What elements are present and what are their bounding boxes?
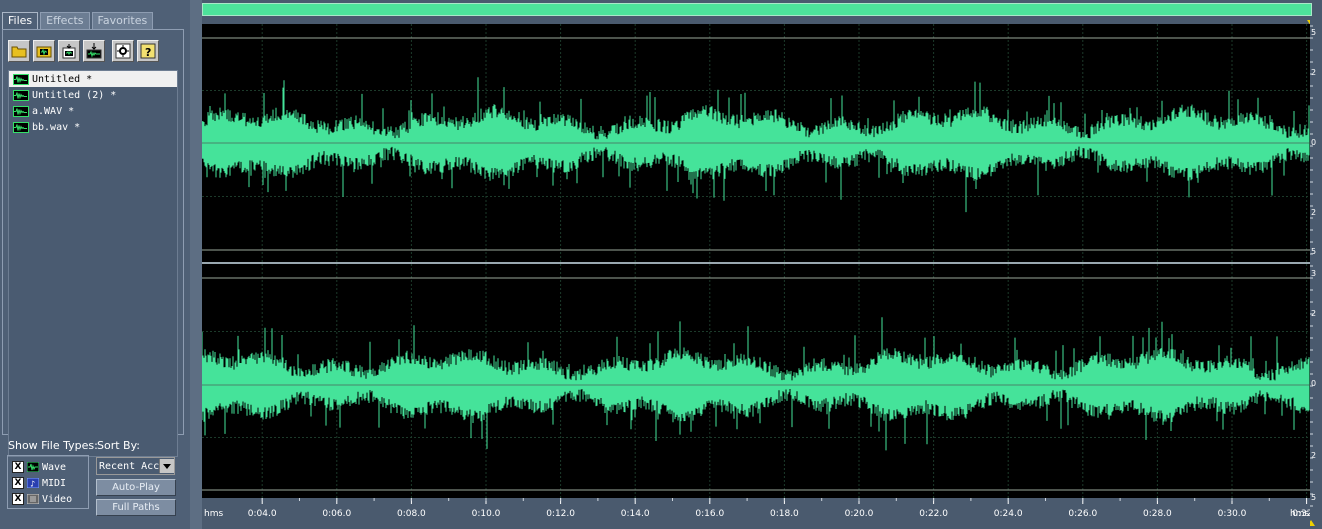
waveform-canvas [202,24,1310,498]
amp-label-bottom-2: 0 [1311,379,1316,388]
chevron-down-icon[interactable] [159,459,174,473]
wave-file-icon [13,105,29,117]
insert-icon [86,43,102,59]
file-types-group: X Wave X ♪ MIDI X Video [7,455,89,509]
amp-label-top-4: 5 [1311,247,1316,256]
files-tab-body: ? Untitled * Untitled (2) * a.WAV * bb.w… [2,29,184,457]
amp-label-top-0: 5 [1311,28,1316,37]
tab-favorites[interactable]: Favorites [91,12,154,29]
file-options: Show File Types: Sort By: X Wave X ♪ MID… [0,437,190,529]
time-tick-label: 0:16.0 [695,509,724,519]
wave-type-label: Wave [42,461,67,473]
show-file-types-label: Show File Types: [8,439,98,452]
amplitude-ruler-canvas: 5 2 0 2 5 3 2 0 2 5 [1310,25,1316,507]
wave-file-icon [13,73,29,85]
time-unit-left: hms [204,509,223,519]
organizer-settings-button[interactable] [112,40,134,62]
wave-type-icon [27,462,39,472]
svg-text:♪: ♪ [30,480,35,489]
file-name: a.WAV * [32,105,75,117]
time-tick-label: 0:04.0 [248,509,277,519]
right-channel-waveform [202,317,1310,451]
sort-by-select[interactable]: Recent Acc [96,457,175,475]
files-toolbar: ? [8,40,162,64]
amp-label-top-1: 2 [1311,68,1316,77]
video-type-label: Video [42,493,73,505]
time-tick-label: 0:26.0 [1068,509,1097,519]
wave-file-icon [13,121,29,133]
svg-text:?: ? [145,46,151,59]
tab-effects[interactable]: Effects [40,12,90,29]
import-icon [36,46,52,58]
waveform-display[interactable] [202,24,1310,498]
overview-bar[interactable] [202,3,1312,16]
time-tick-label: 0:12.0 [546,509,575,519]
time-tick-label: 0:06.0 [322,509,351,519]
import-button[interactable] [33,40,55,62]
help-button[interactable]: ? [137,40,159,62]
help-icon: ? [140,43,156,59]
amp-label-top-3: 2 [1311,208,1316,217]
video-checkbox[interactable]: X [12,493,24,505]
file-name: Untitled * [32,73,93,85]
file-list-item[interactable]: bb.wav * [9,119,177,135]
left-channel-waveform [202,77,1310,213]
auto-play-button[interactable]: Auto-Play [96,479,176,496]
type-wave-row[interactable]: X Wave [12,460,66,474]
wave-file-icon [13,89,29,101]
file-list-item[interactable]: Untitled (2) * [9,87,177,103]
midi-type-icon: ♪ [27,478,39,488]
file-list[interactable]: Untitled * Untitled (2) * a.WAV * bb.wav… [8,70,178,457]
time-tick-label: 0:28.0 [1143,509,1172,519]
open-file-icon [11,46,27,58]
amp-label-bottom-0: 3 [1311,269,1316,278]
insert-button[interactable] [83,40,105,62]
time-tick-label: 0:20.0 [845,509,874,519]
time-tick-label: 0:14.0 [621,509,650,519]
video-type-icon [27,494,39,504]
close-file-button[interactable] [58,40,80,62]
open-file-button[interactable] [8,40,30,62]
time-tick-label: 0:30.0 [1218,509,1247,519]
organizer-tabs: Files Effects Favorites [2,12,155,29]
time-ruler[interactable]: hms hms 0:04.0 0:06.0 0:08.0 0:10.0 0:12.0 0:… [202,498,1310,529]
time-ruler-canvas: hms hms 0:04.0 0:06.0 0:08.0 0:10.0 0:12.0 0:… [204,498,1310,519]
type-video-row[interactable]: X Video [12,492,72,506]
settings-icon [115,43,131,59]
time-tick-label: 0:32.0 [1292,509,1310,519]
midi-checkbox[interactable]: X [12,477,24,489]
channel-separator [202,262,1310,264]
file-list-item[interactable]: a.WAV * [9,103,177,119]
time-tick-label: 0:10.0 [472,509,501,519]
file-list-item[interactable]: Untitled * [9,71,177,87]
sort-by-label: Sort By: [97,439,141,452]
sort-by-value: Recent Acc [99,460,159,472]
panel-splitter[interactable] [190,0,202,529]
time-tick-label: 0:18.0 [770,509,799,519]
amplitude-ruler: 5 2 0 2 5 3 2 0 2 5 [1310,18,1322,523]
full-paths-button[interactable]: Full Paths [96,499,176,516]
midi-type-label: MIDI [42,477,67,489]
tab-files[interactable]: Files [2,12,39,29]
wave-checkbox[interactable]: X [12,461,24,473]
organizer-panel: Files Effects Favorites ? Untitled * Unt… [0,0,190,529]
file-name: bb.wav * [32,121,81,133]
time-tick-label: 0:08.0 [397,509,426,519]
close-file-icon [62,44,76,59]
amp-label-bottom-3: 2 [1311,451,1316,460]
time-tick-label: 0:24.0 [994,509,1023,519]
file-name: Untitled (2) * [32,89,117,101]
type-midi-row[interactable]: X ♪ MIDI [12,476,66,490]
time-tick-label: 0:22.0 [919,509,948,519]
